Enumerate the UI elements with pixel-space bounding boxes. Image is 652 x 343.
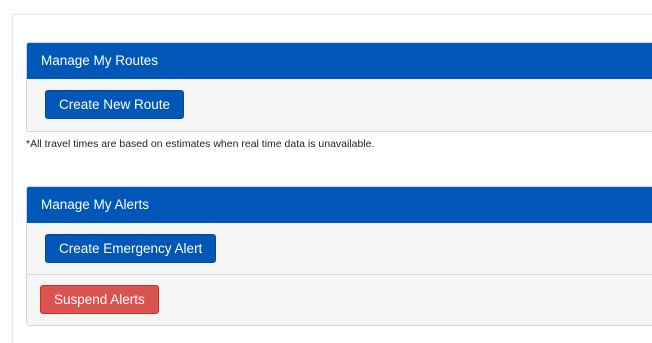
alerts-panel: Manage My Alerts Create Emergency Alert …	[26, 186, 652, 326]
alerts-panel-create-row: Create Emergency Alert	[27, 223, 652, 274]
alerts-panel-suspend-row: Suspend Alerts	[27, 274, 652, 325]
alerts-panel-heading: Manage My Alerts	[27, 187, 652, 223]
create-new-route-button[interactable]: Create New Route	[45, 90, 185, 119]
page: Manage My Routes Create New Route *All t…	[0, 0, 652, 343]
routes-panel-body: Create New Route	[27, 79, 652, 131]
travel-times-note: *All travel times are based on estimates…	[26, 138, 375, 150]
routes-panel-heading: Manage My Routes	[27, 43, 652, 79]
suspend-alerts-button[interactable]: Suspend Alerts	[40, 285, 159, 314]
routes-panel: Manage My Routes Create New Route	[26, 42, 652, 132]
create-emergency-alert-button[interactable]: Create Emergency Alert	[45, 234, 217, 263]
